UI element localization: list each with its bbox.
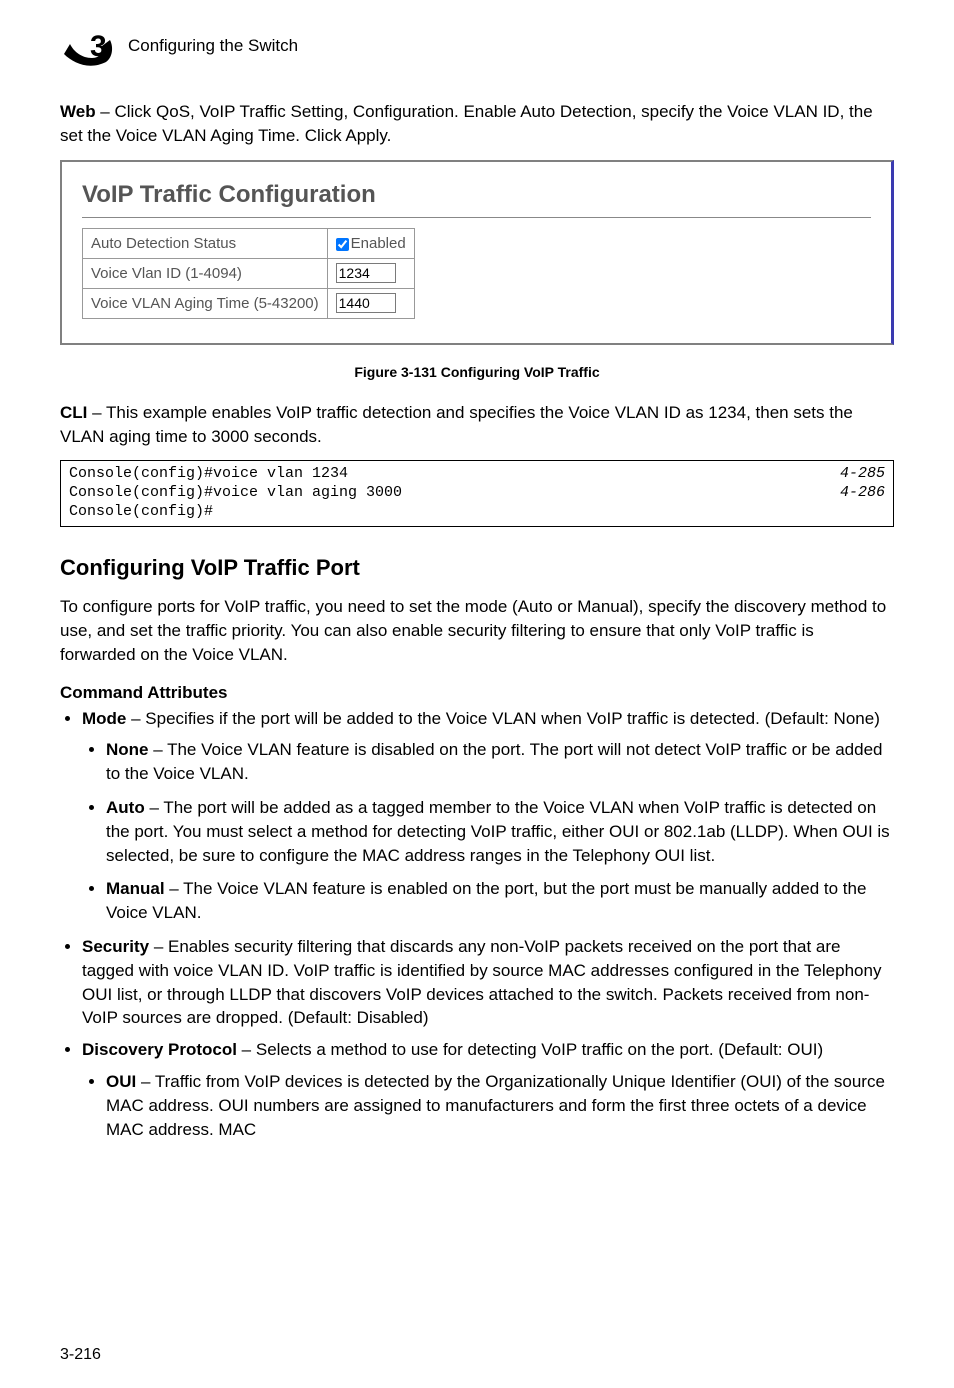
- oui-bold: OUI: [106, 1072, 136, 1091]
- table-row: Voice Vlan ID (1-4094): [83, 259, 415, 289]
- chapter-title: Configuring the Switch: [128, 34, 298, 58]
- voip-config-panel: VoIP Traffic Configuration Auto Detectio…: [60, 160, 894, 346]
- cli-intro: CLI – This example enables VoIP traffic …: [60, 401, 894, 449]
- web-text: – Click QoS, VoIP Traffic Setting, Confi…: [60, 102, 873, 145]
- list-item: OUI – Traffic from VoIP devices is detec…: [106, 1070, 894, 1141]
- list-item: Security – Enables security filtering th…: [82, 935, 894, 1030]
- auto-detection-label: Auto Detection Status: [83, 229, 328, 259]
- voice-vlan-id-input[interactable]: [336, 263, 396, 283]
- mode-bold: Mode: [82, 709, 126, 728]
- security-bold: Security: [82, 937, 149, 956]
- code-ref: 4-285: [840, 465, 885, 484]
- discovery-bold: Discovery Protocol: [82, 1040, 237, 1059]
- list-item: Mode – Specifies if the port will be add…: [82, 707, 894, 925]
- command-attributes-heading: Command Attributes: [60, 681, 894, 705]
- chapter-number: 3: [90, 30, 107, 63]
- cli-bold: CLI: [60, 403, 87, 422]
- section-intro: To configure ports for VoIP traffic, you…: [60, 595, 894, 666]
- aging-time-input[interactable]: [336, 293, 396, 313]
- config-table: Auto Detection Status Enabled Voice Vlan…: [82, 228, 415, 319]
- enabled-label: Enabled: [351, 235, 406, 252]
- voice-vlan-id-cell: [327, 259, 414, 289]
- table-row: Auto Detection Status Enabled: [83, 229, 415, 259]
- attribute-list: Mode – Specifies if the port will be add…: [60, 707, 894, 1142]
- auto-text: – The port will be added as a tagged mem…: [106, 798, 890, 865]
- mode-text: – Specifies if the port will be added to…: [126, 709, 879, 728]
- auto-detection-value-cell: Enabled: [327, 229, 414, 259]
- chapter-icon: 3: [60, 20, 116, 72]
- oui-text: – Traffic from VoIP devices is detected …: [106, 1072, 885, 1139]
- aging-time-label: Voice VLAN Aging Time (5-43200): [83, 289, 328, 319]
- panel-divider: [82, 217, 871, 218]
- cli-text: – This example enables VoIP traffic dete…: [60, 403, 853, 446]
- list-item: None – The Voice VLAN feature is disable…: [106, 738, 894, 786]
- web-intro: Web – Click QoS, VoIP Traffic Setting, C…: [60, 100, 894, 148]
- none-bold: None: [106, 740, 149, 759]
- security-text: – Enables security filtering that discar…: [82, 937, 881, 1027]
- page-number: 3-216: [60, 1344, 101, 1366]
- mode-sublist: None – The Voice VLAN feature is disable…: [82, 738, 894, 925]
- web-bold: Web: [60, 102, 96, 121]
- list-item: Manual – The Voice VLAN feature is enabl…: [106, 877, 894, 925]
- manual-bold: Manual: [106, 879, 165, 898]
- list-item: Discovery Protocol – Selects a method to…: [82, 1038, 894, 1141]
- cli-code-block: Console(config)#voice vlan 1234 4-285 Cons…: [60, 460, 894, 526]
- aging-time-cell: [327, 289, 414, 319]
- section-heading: Configuring VoIP Traffic Port: [60, 553, 894, 584]
- figure-caption: Figure 3-131 Configuring VoIP Traffic: [60, 363, 894, 383]
- auto-bold: Auto: [106, 798, 145, 817]
- code-cmd: Console(config)#: [69, 503, 213, 522]
- code-cmd: Console(config)#voice vlan aging 3000: [69, 484, 402, 503]
- manual-text: – The Voice VLAN feature is enabled on t…: [106, 879, 866, 922]
- auto-detection-checkbox[interactable]: [336, 238, 349, 251]
- table-row: Voice VLAN Aging Time (5-43200): [83, 289, 415, 319]
- voice-vlan-id-label: Voice Vlan ID (1-4094): [83, 259, 328, 289]
- list-item: Auto – The port will be added as a tagge…: [106, 796, 894, 867]
- discovery-text: – Selects a method to use for detecting …: [237, 1040, 823, 1059]
- panel-title: VoIP Traffic Configuration: [82, 178, 871, 212]
- code-ref: 4-286: [840, 484, 885, 503]
- none-text: – The Voice VLAN feature is disabled on …: [106, 740, 882, 783]
- page-header: 3 Configuring the Switch: [60, 20, 894, 72]
- code-cmd: Console(config)#voice vlan 1234: [69, 465, 348, 484]
- discovery-sublist: OUI – Traffic from VoIP devices is detec…: [82, 1070, 894, 1141]
